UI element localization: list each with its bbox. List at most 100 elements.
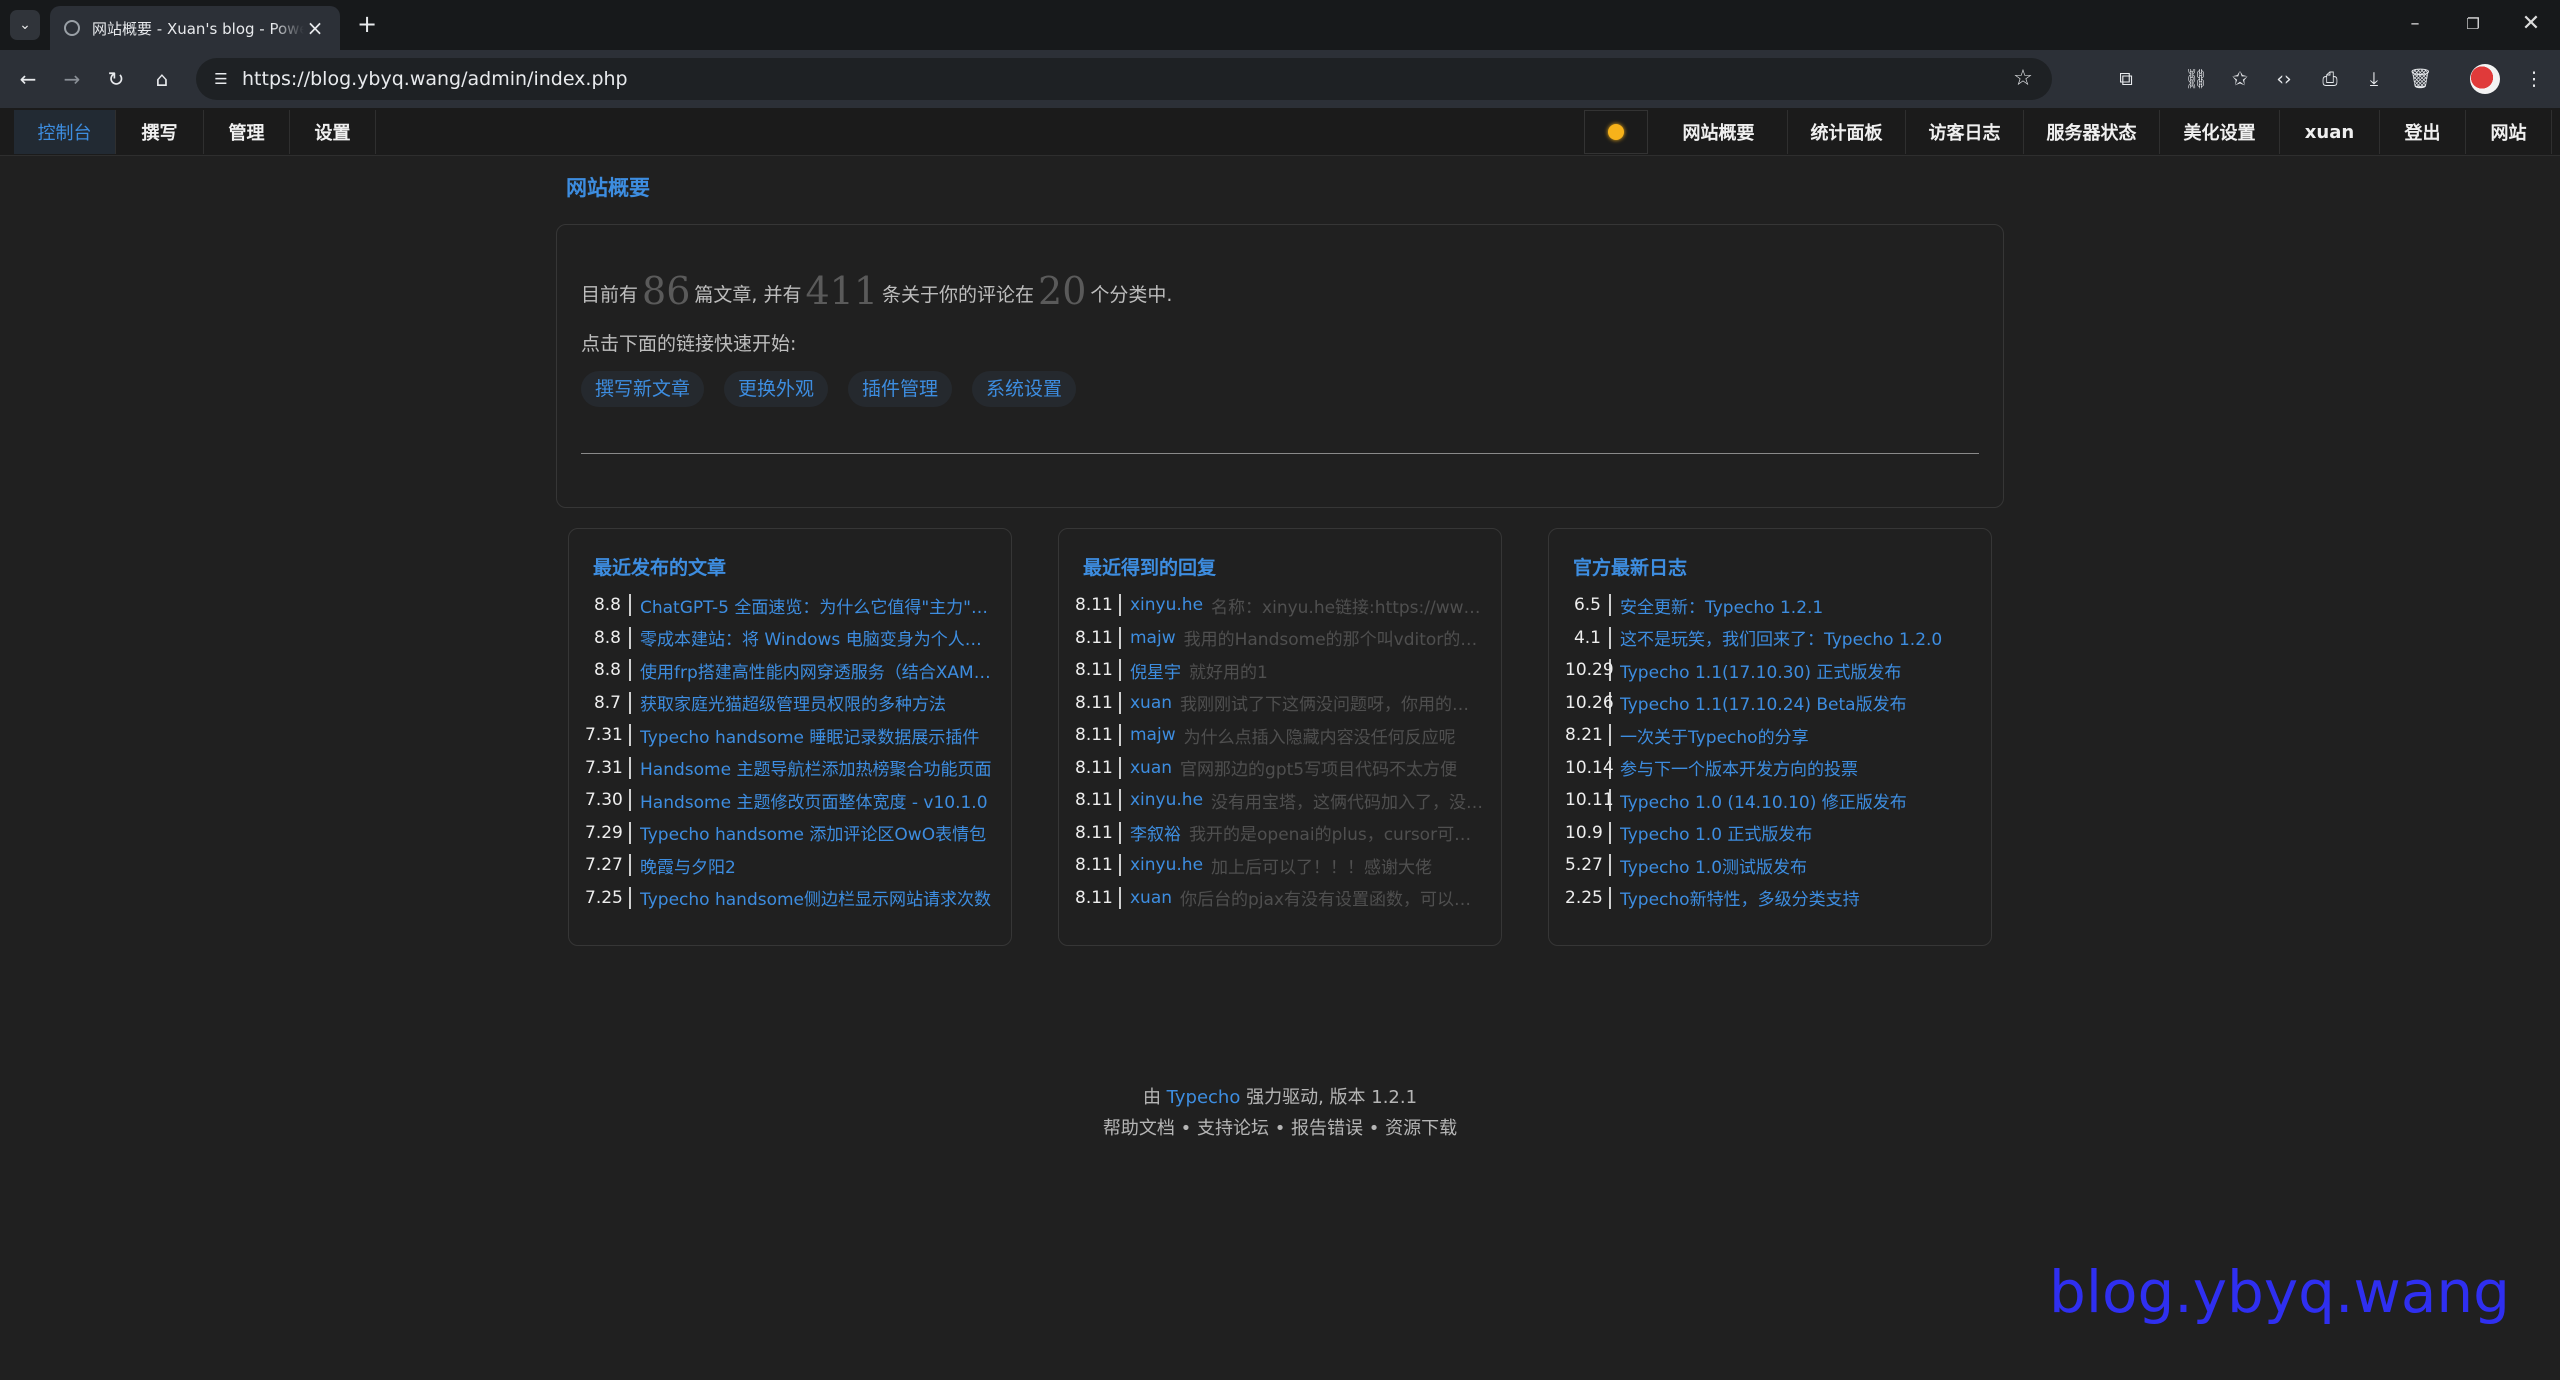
reply-excerpt[interactable]: 为什么点插入隐藏内容没任何反应呢 [1184, 723, 1456, 748]
bookmark-star-icon[interactable]: ☆ [2008, 64, 2038, 94]
printer-icon[interactable]: ⎙ [2314, 63, 2346, 95]
reply-author[interactable]: majw [1130, 725, 1176, 745]
post-link[interactable]: 晚霞与夕阳2 [640, 853, 736, 878]
nav-site-overview[interactable]: 网站概要 [1650, 110, 1788, 154]
typecho-link[interactable]: Typecho [1167, 1087, 1241, 1108]
reply-author[interactable]: xinyu.he [1130, 855, 1203, 875]
back-arrow-icon[interactable]: ← [12, 63, 44, 95]
log-link[interactable]: Typecho新特性，多级分类支持 [1620, 885, 1860, 910]
reply-author[interactable]: xuan [1130, 888, 1172, 908]
post-link[interactable]: 使用frp搭建高性能内网穿透服务（结合XAMPP） [640, 658, 995, 683]
admin-nav: 控制台 撰写 管理 设置 网站概要 统计面板 访客日志 服务器状态 美化设置 x… [0, 108, 2560, 156]
reply-excerpt[interactable]: 我用的Handsome的那个叫vditor的编辑器 [1184, 625, 1485, 650]
log-link[interactable]: 参与下一个版本开发方向的投票 [1620, 755, 1858, 780]
post-link[interactable]: ChatGPT-5 全面速览：为什么它值得"主力"一试 [640, 593, 995, 618]
log-link[interactable]: Typecho 1.1(17.10.24) Beta版发布 [1620, 690, 1907, 715]
log-date: 10.9 [1565, 821, 1611, 844]
nav-write[interactable]: 撰写 [116, 110, 204, 154]
reply-excerpt[interactable]: 没有用宝塔，这俩代码加入了，没有用 [1211, 788, 1485, 813]
forward-arrow-icon[interactable]: → [56, 63, 88, 95]
home-icon[interactable]: ⌂ [146, 63, 178, 95]
list-item: 8.7 获取家庭光猫超级管理员权限的多种方法 [585, 687, 995, 720]
reply-excerpt[interactable]: 就好用的1 [1189, 658, 1268, 683]
list-item: 8.11 倪星宇 就好用的1 [1075, 654, 1485, 687]
recent-replies-list: 8.11 xinyu.he 名称：xinyu.he链接:https://www.xi… [1075, 589, 1485, 914]
nav-appearance-settings[interactable]: 美化设置 [2160, 110, 2280, 154]
theme-toggle-button[interactable] [1584, 110, 1648, 154]
trash-icon[interactable]: 🗑 [2404, 63, 2436, 95]
log-link[interactable]: Typecho 1.1(17.10.30) 正式版发布 [1620, 658, 1901, 683]
reply-author[interactable]: xuan [1130, 693, 1172, 713]
tab-title: 网站概要 - Xuan's blog - Powered by Typecho [92, 19, 304, 38]
minimize-icon[interactable]: – [2392, 8, 2438, 40]
post-link[interactable]: 获取家庭光猫超级管理员权限的多种方法 [640, 690, 946, 715]
list-item: 8.11 xinyu.he 没有用宝塔，这俩代码加入了，没有用 [1075, 784, 1485, 817]
post-link[interactable]: Typecho handsome 添加评论区OwO表情包 [640, 820, 986, 845]
favorites-star-icon[interactable]: ✩ [2224, 63, 2256, 95]
system-settings-link[interactable]: 系统设置 [972, 371, 1077, 407]
restore-icon[interactable]: ❐ [2450, 8, 2496, 40]
support-forum-link[interactable]: 支持论坛 [1197, 1118, 1269, 1139]
report-bug-link[interactable]: 报告错误 [1291, 1118, 1363, 1139]
log-link[interactable]: 一次关于Typecho的分享 [1620, 723, 1809, 748]
log-link[interactable]: 安全更新：Typecho 1.2.1 [1620, 593, 1823, 618]
nav-stats-panel[interactable]: 统计面板 [1788, 110, 1906, 154]
post-link[interactable]: Handsome 主题修改页面整体宽度 - v10.1.0 [640, 788, 988, 813]
post-link[interactable]: Handsome 主题导航栏添加热榜聚合功能页面 [640, 755, 991, 780]
reply-author[interactable]: 倪星宇 [1130, 658, 1181, 683]
new-tab-plus-icon[interactable]: + [352, 10, 382, 40]
write-post-link[interactable]: 撰写新文章 [581, 371, 705, 407]
log-link[interactable]: 这不是玩笑，我们回来了：Typecho 1.2.0 [1620, 625, 1942, 650]
nav-logout[interactable]: 登出 [2380, 110, 2466, 154]
plugin-manage-link[interactable]: 插件管理 [848, 371, 953, 407]
browser-tab[interactable]: 网站概要 - Xuan's blog - Powered by Typecho … [50, 6, 340, 50]
reply-excerpt[interactable]: 官网那边的gpt5写项目代码不太方便 [1180, 755, 1457, 780]
reply-date: 8.11 [1075, 821, 1121, 844]
list-item: 10.9 Typecho 1.0 正式版发布 [1565, 817, 1975, 850]
reply-excerpt[interactable]: 加上后可以了！！！感谢大佬 [1211, 853, 1432, 878]
nav-dashboard[interactable]: 控制台 [14, 110, 116, 154]
nav-manage[interactable]: 管理 [204, 110, 290, 154]
reply-author[interactable]: xuan [1130, 758, 1172, 778]
reload-icon[interactable]: ↻ [100, 63, 132, 95]
log-link[interactable]: Typecho 1.0 (14.10.10) 修正版发布 [1620, 788, 1907, 813]
nav-visitor-log[interactable]: 访客日志 [1906, 110, 2024, 154]
nav-settings[interactable]: 设置 [290, 110, 376, 154]
post-link[interactable]: 零成本建站：将 Windows 电脑变身为个人服务器 [640, 625, 995, 650]
site-info-tune-icon[interactable]: ☰ [206, 64, 236, 94]
extensions-puzzle-icon[interactable]: ⧉ [2110, 63, 2142, 95]
code-brackets-icon[interactable]: ‹› [2268, 63, 2300, 95]
nav-server-status[interactable]: 服务器状态 [2024, 110, 2160, 154]
reply-excerpt[interactable]: 我刚刚试了下这俩没问题呀，你用的哪个 [1180, 690, 1485, 715]
post-link[interactable]: Typecho handsome 睡眠记录数据展示插件 [640, 723, 979, 748]
url-text[interactable]: https://blog.ybyq.wang/admin/index.php [242, 68, 628, 90]
reply-author[interactable]: xinyu.he [1130, 595, 1203, 615]
reply-author[interactable]: 李叙裕 [1130, 820, 1181, 845]
list-item: 8.8 零成本建站：将 Windows 电脑变身为个人服务器 [585, 622, 995, 655]
nav-user[interactable]: xuan [2280, 110, 2380, 154]
window-close-icon[interactable]: ✕ [2508, 8, 2554, 40]
more-menu-icon[interactable]: ⋮ [2518, 63, 2550, 95]
list-item: 4.1 这不是玩笑，我们回来了：Typecho 1.2.0 [1565, 622, 1975, 655]
download-icon[interactable]: ⤓ [2358, 63, 2390, 95]
link-icon[interactable]: ⛓ [2180, 63, 2212, 95]
reply-excerpt[interactable]: 你后台的pjax有没有设置函数，可以看看 [1180, 885, 1485, 910]
tab-close-icon[interactable]: × [304, 16, 326, 40]
reply-author[interactable]: majw [1130, 628, 1176, 648]
nav-website[interactable]: 网站 [2466, 110, 2552, 154]
address-bar[interactable]: ☰ https://blog.ybyq.wang/admin/index.php… [196, 58, 2052, 100]
list-item: 8.21 一次关于Typecho的分享 [1565, 719, 1975, 752]
change-theme-link[interactable]: 更换外观 [724, 371, 829, 407]
resource-download-link[interactable]: 资源下载 [1385, 1118, 1457, 1139]
reply-author[interactable]: xinyu.he [1130, 790, 1203, 810]
reply-excerpt[interactable]: 名称：xinyu.he链接:https://www.xinyu.he [1211, 593, 1485, 618]
log-link[interactable]: Typecho 1.0测试版发布 [1620, 853, 1807, 878]
reply-excerpt[interactable]: 我开的是openai的plus，cursor可以用吗 [1189, 820, 1485, 845]
post-link[interactable]: Typecho handsome侧边栏显示网站请求次数 [640, 885, 991, 910]
welcome-panel: 目前有 86 篇文章, 并有 411 条关于你的评论在 20 个分类中. 点击下面的链接快速… [556, 224, 2004, 508]
profile-avatar[interactable] [2470, 64, 2500, 94]
reply-date: 8.11 [1075, 691, 1121, 714]
log-link[interactable]: Typecho 1.0 正式版发布 [1620, 820, 1812, 845]
help-docs-link[interactable]: 帮助文档 [1103, 1118, 1175, 1139]
tab-search-chevron-icon[interactable]: ⌄ [10, 10, 40, 40]
